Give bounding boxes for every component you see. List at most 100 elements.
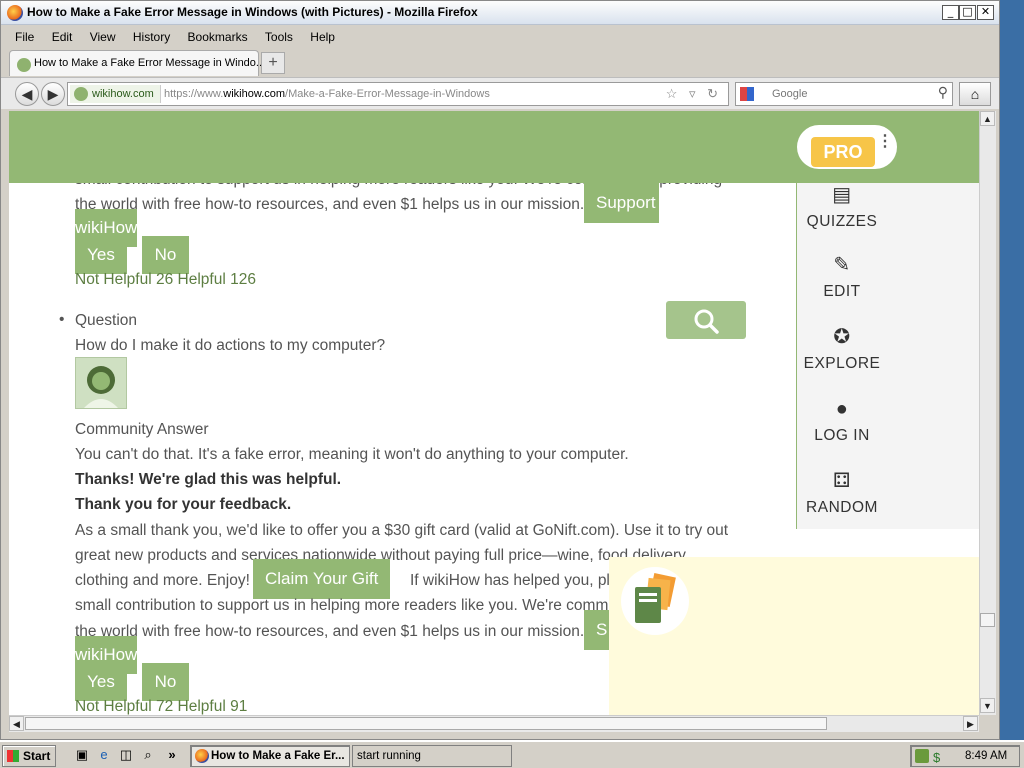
quiz-icon: ▤ bbox=[832, 184, 852, 206]
window-title: How to Make a Fake Error Message in Wind… bbox=[27, 5, 478, 19]
network-icon[interactable]: ◫ bbox=[118, 747, 134, 763]
back-button[interactable]: ◀ bbox=[15, 82, 39, 106]
sidebar-item-edit[interactable]: ✎ EDIT bbox=[797, 253, 887, 301]
wikihow-favicon-icon bbox=[17, 58, 31, 72]
firefox-icon bbox=[7, 5, 23, 21]
url-path: /Make-a-Fake-Error-Message-in-Windows bbox=[285, 88, 490, 100]
answer-text: You can't do that. It's a fake error, me… bbox=[75, 446, 629, 463]
scroll-left-arrow-icon[interactable]: ◀ bbox=[9, 716, 24, 731]
show-desktop-icon[interactable]: ▣ bbox=[74, 747, 90, 763]
menu-edit[interactable]: Edit bbox=[52, 27, 73, 47]
menu-help[interactable]: Help bbox=[310, 27, 335, 47]
home-button[interactable]: ⌂ bbox=[959, 82, 991, 106]
search-bar[interactable]: Google ⚲ bbox=[735, 82, 953, 106]
tray-money-icon[interactable]: $ bbox=[933, 748, 940, 768]
sidebar-item-random[interactable]: ⚃ RANDOM bbox=[797, 469, 887, 517]
sidebar-item-label: QUIZZES bbox=[806, 213, 878, 230]
vertical-scrollbar[interactable]: ▲ ▼ bbox=[979, 111, 996, 715]
yes-button-2[interactable]: Yes bbox=[75, 663, 127, 701]
no-button-2[interactable]: No bbox=[142, 663, 189, 701]
maximize-button[interactable]: □ bbox=[959, 5, 976, 20]
task-firefox[interactable]: How to Make a Fake Er... bbox=[190, 745, 350, 767]
site-search-button[interactable] bbox=[666, 301, 746, 339]
hscroll-thumb[interactable] bbox=[25, 717, 827, 730]
scroll-right-arrow-icon[interactable]: ▶ bbox=[963, 716, 978, 731]
promo-popup[interactable] bbox=[609, 557, 979, 715]
sidebar-item-label: LOG IN bbox=[814, 427, 870, 444]
no-button[interactable]: No bbox=[142, 236, 189, 274]
bookmark-star-icon[interactable]: ☆ ▿ ↻ bbox=[666, 86, 722, 102]
taskbar: Start ▣ e ◫ ⌕ » How to Make a Fake Er...… bbox=[0, 740, 1024, 768]
menu-view[interactable]: View bbox=[90, 27, 116, 47]
tab-label: How to Make a Fake Error Message in Wind… bbox=[34, 57, 266, 69]
menu-file[interactable]: File bbox=[15, 27, 34, 47]
task-start-running[interactable]: start running bbox=[352, 745, 512, 767]
internet-explorer-icon[interactable]: e bbox=[96, 747, 112, 763]
yes-button[interactable]: Yes bbox=[75, 236, 127, 274]
feedback-text: Thank you for your feedback. bbox=[75, 496, 292, 513]
clock[interactable]: 8:49 AM bbox=[965, 746, 1007, 766]
support-button-2-label-2: wikiHow bbox=[75, 645, 138, 664]
forward-button[interactable]: ▶ bbox=[41, 82, 65, 106]
claim-gift-button[interactable]: Claim Your Gift bbox=[253, 559, 391, 599]
offer-line5: the world with free how-to resources, an… bbox=[75, 623, 585, 640]
tray-app-icon[interactable] bbox=[915, 749, 929, 763]
url-domain: wikihow.com bbox=[223, 88, 286, 100]
sidebar: ▤ QUIZZES ✎ EDIT ✪ EXPLORE ● LOG IN ⚃ RA… bbox=[797, 183, 979, 529]
compass-icon: ✪ bbox=[833, 326, 851, 348]
url-text[interactable]: https://www.wikihow.com/Make-a-Fake-Erro… bbox=[164, 88, 490, 100]
start-label: Start bbox=[23, 749, 51, 763]
tab-bar: How to Make a Fake Error Message in Wind… bbox=[1, 49, 999, 77]
offer-line3b: If wikiHow has helped you, pl bbox=[410, 572, 610, 589]
thanks-text: Thanks! We're glad this was helpful. bbox=[75, 471, 342, 488]
windows-logo-icon bbox=[7, 750, 19, 762]
search-computer-icon[interactable]: ⌕ bbox=[140, 747, 156, 763]
sidebar-item-label: RANDOM bbox=[806, 499, 878, 516]
menu-tools[interactable]: Tools bbox=[265, 27, 293, 47]
system-tray: $ 8:49 AM bbox=[910, 745, 1020, 767]
sidebar-item-log-in[interactable]: ● LOG IN bbox=[797, 397, 887, 445]
menu-history[interactable]: History bbox=[133, 27, 170, 47]
offer-line3a: clothing and more. Enjoy! bbox=[75, 572, 250, 589]
menu-bar: File Edit View History Bookmarks Tools H… bbox=[1, 27, 999, 47]
firefox-window: How to Make a Fake Error Message in Wind… bbox=[0, 0, 1000, 740]
magnifier-icon bbox=[694, 309, 719, 334]
answer1-line2: the world with free how-to resources, an… bbox=[75, 196, 585, 213]
answerer-avatar bbox=[75, 357, 127, 409]
pro-menu-button[interactable]: PRO ⋮ bbox=[797, 125, 897, 169]
sidebar-item-explore[interactable]: ✪ EXPLORE bbox=[797, 325, 887, 373]
quicklaunch-more-icon[interactable]: » bbox=[164, 747, 180, 763]
horizontal-scrollbar[interactable]: ◀ ▶ bbox=[9, 715, 979, 732]
navigation-toolbar: ◀ ▶ wikihow.com https://www.wikihow.com/… bbox=[1, 77, 999, 109]
scroll-up-arrow-icon[interactable]: ▲ bbox=[980, 111, 995, 126]
tab-wikihow[interactable]: How to Make a Fake Error Message in Wind… bbox=[9, 50, 265, 76]
url-prefix: https://www. bbox=[164, 88, 224, 100]
url-bar[interactable]: wikihow.com https://www.wikihow.com/Make… bbox=[67, 82, 729, 106]
menu-bookmarks[interactable]: Bookmarks bbox=[188, 27, 248, 47]
menu-dots-icon: ⋮ bbox=[877, 133, 893, 150]
close-button[interactable]: ✕ bbox=[977, 5, 994, 20]
site-header: PRO ⋮ bbox=[9, 111, 979, 183]
site-identity-button[interactable]: wikihow.com bbox=[70, 85, 161, 103]
scroll-down-arrow-icon[interactable]: ▼ bbox=[980, 698, 995, 713]
user-icon: ● bbox=[835, 398, 849, 420]
sidebar-item-quizzes[interactable]: ▤ QUIZZES bbox=[797, 183, 887, 231]
pencil-icon: ✎ bbox=[833, 254, 851, 276]
support-button-label: Support bbox=[596, 193, 656, 212]
notebook-icon bbox=[621, 567, 689, 635]
support-button[interactable]: Support bbox=[584, 183, 659, 223]
scroll-thumb[interactable] bbox=[980, 613, 995, 627]
minimize-button[interactable]: _ bbox=[942, 5, 959, 20]
helpful-stats-2: Not Helpful 72 Helpful 91 bbox=[75, 698, 248, 715]
start-button[interactable]: Start bbox=[2, 745, 56, 767]
question-text: How do I make it do actions to my comput… bbox=[75, 337, 386, 354]
question-label: Question bbox=[75, 312, 138, 329]
new-tab-button[interactable]: + bbox=[261, 52, 285, 74]
page-content: small contribution to support us in help… bbox=[9, 111, 979, 715]
site-identity-label: wikihow.com bbox=[92, 88, 154, 100]
search-icon[interactable]: ⚲ bbox=[938, 84, 948, 101]
site-favicon-icon bbox=[74, 87, 88, 101]
question-bullet: • bbox=[59, 311, 65, 328]
google-engine-icon[interactable] bbox=[740, 87, 754, 101]
title-bar: How to Make a Fake Error Message in Wind… bbox=[1, 1, 999, 25]
